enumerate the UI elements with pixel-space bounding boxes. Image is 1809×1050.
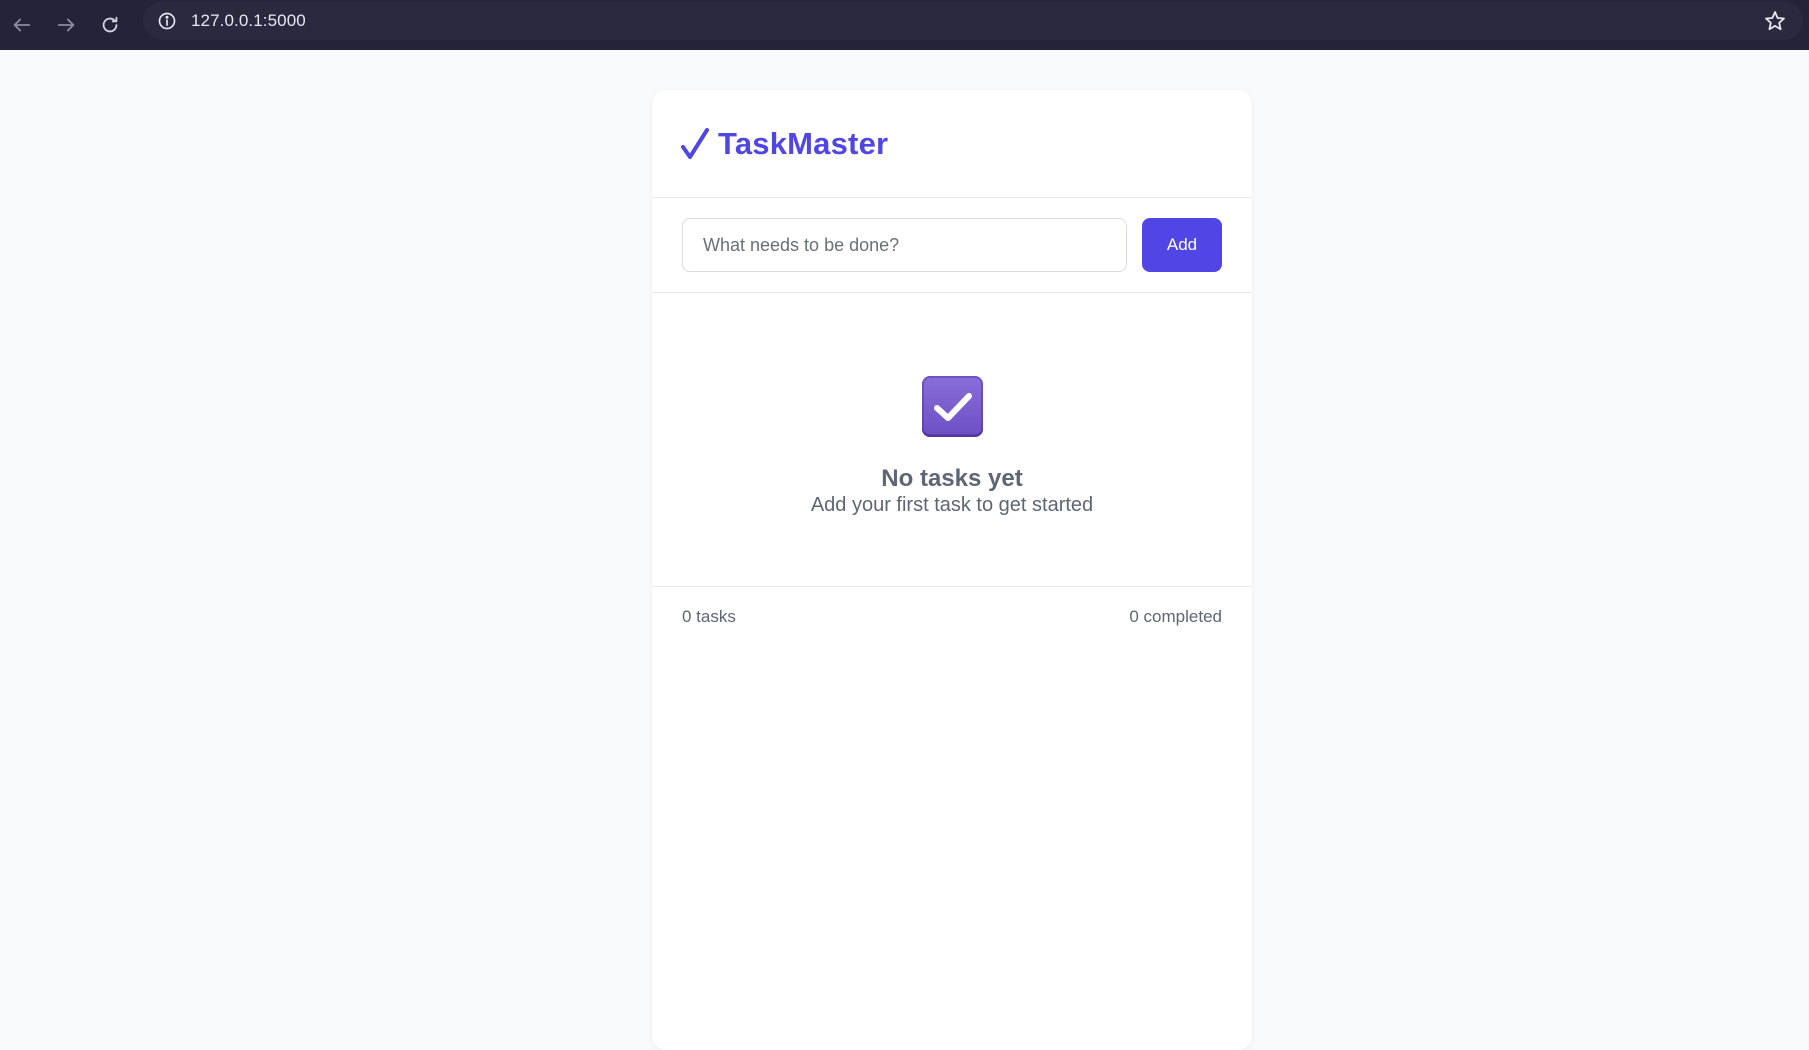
- task-count: 0 tasks: [682, 607, 736, 626]
- info-icon: [158, 12, 176, 29]
- bookmark-button[interactable]: [1763, 9, 1787, 33]
- checkbox-checked-icon: [922, 376, 983, 437]
- task-card: TaskMaster Add No tasks yet Add your fir…: [652, 90, 1252, 1050]
- task-input[interactable]: [682, 218, 1127, 272]
- back-button[interactable]: [0, 5, 44, 45]
- task-summary-footer: 0 tasks 0 completed: [652, 587, 1252, 647]
- url-text[interactable]: 127.0.0.1:5000: [191, 11, 306, 31]
- add-task-form: Add: [652, 198, 1252, 293]
- checkmark-icon: [680, 127, 710, 161]
- forward-button[interactable]: [44, 5, 88, 45]
- app-header: TaskMaster: [652, 90, 1252, 198]
- add-button[interactable]: Add: [1142, 218, 1222, 272]
- arrow-right-icon: [57, 18, 75, 32]
- star-icon: [1765, 11, 1785, 31]
- empty-state: No tasks yet Add your first task to get …: [652, 293, 1252, 587]
- address-bar[interactable]: 127.0.0.1:5000: [143, 1, 1803, 40]
- empty-state-title: No tasks yet: [881, 465, 1023, 492]
- reload-icon: [102, 16, 118, 33]
- empty-state-subtitle: Add your first task to get started: [810, 494, 1094, 516]
- browser-toolbar: 127.0.0.1:5000: [0, 0, 1809, 50]
- app-title: TaskMaster: [718, 125, 889, 161]
- reload-button[interactable]: [88, 5, 132, 45]
- completed-count: 0 completed: [1129, 607, 1222, 626]
- arrow-left-icon: [13, 18, 31, 32]
- site-info-button[interactable]: [147, 1, 187, 40]
